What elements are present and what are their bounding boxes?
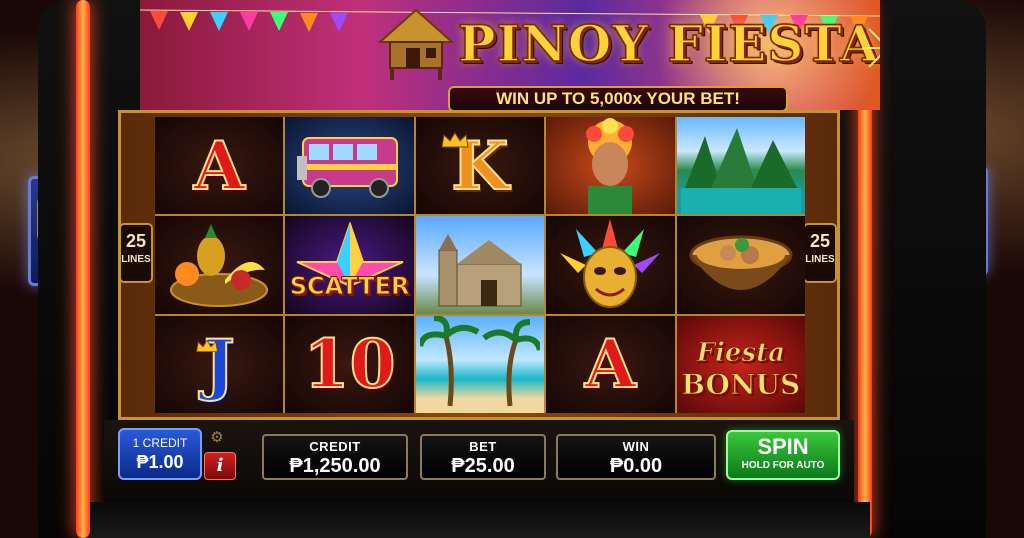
paylines-count: 25: [125, 231, 147, 251]
denomination-label: 1 CREDIT: [132, 436, 188, 450]
paylines-indicator-left: 25 LINES: [119, 223, 153, 283]
game-header-banner: PINOY FIESTA WIN UP TO 5,000x YOUR BET!: [140, 0, 880, 110]
fruit-basket-icon: [170, 223, 269, 307]
paylines-count: 25: [809, 231, 831, 251]
symbol-fiesta-mask: [546, 216, 675, 314]
symbol-number-10: 10: [285, 315, 414, 413]
symbol-text: 10: [303, 325, 397, 404]
symbol-letter-a: A: [155, 117, 284, 215]
symbol-fiesta-woman: [546, 117, 675, 215]
paylines-label: LINES: [805, 254, 835, 265]
symbol-beach-palms: [415, 315, 545, 413]
symbol-text: A: [193, 126, 246, 205]
soup-bowl-icon: [689, 235, 793, 290]
spin-button[interactable]: SPIN HOLD FOR AUTO: [726, 430, 840, 480]
symbol-karst-lagoon: [676, 117, 805, 215]
cabinet-base: [90, 502, 870, 538]
spin-sublabel: HOLD FOR AUTO: [741, 460, 825, 471]
credit-denomination-button[interactable]: 1 CREDIT ₱1.00: [118, 428, 202, 480]
symbol-jeepney: [285, 117, 414, 215]
mountain-lagoon-icon: [680, 127, 801, 214]
game-title: PINOY FIESTA: [457, 13, 880, 74]
win-value: ₱0.00: [609, 455, 663, 477]
bonus-text-line1: Fiesta: [696, 337, 785, 368]
credit-value: ₱1,250.00: [289, 455, 381, 477]
reel-frame: 25 LINES 25 LINES A K SCATTER J 10 A Fie…: [118, 110, 840, 420]
win-label: WIN: [622, 439, 650, 454]
gear-icon[interactable]: ⚙: [208, 428, 226, 446]
nipa-hut-icon: [377, 8, 455, 80]
credit-meter: CREDIT ₱1,250.00: [262, 434, 408, 480]
bonus-text-line2: BONUS: [681, 367, 801, 401]
crown-icon: [196, 339, 218, 352]
paylines-indicator-right: 25 LINES: [803, 223, 837, 283]
max-win-tagline: WIN UP TO 5,000x YOUR BET!: [448, 86, 788, 110]
crown-icon: [441, 132, 469, 148]
bet-meter[interactable]: BET ₱25.00: [420, 434, 546, 480]
cabinet-light-left: [76, 0, 90, 538]
denomination-value: ₱1.00: [136, 452, 184, 472]
spin-label: SPIN: [757, 434, 809, 459]
fiesta-woman-icon: [586, 117, 635, 214]
symbol-fruit-basket: [155, 216, 284, 314]
symbol-letter-j: J: [155, 315, 284, 413]
symbol-soup-bowl: [676, 216, 805, 314]
symbol-letter-k: K: [415, 117, 545, 215]
jeepney-icon: [296, 136, 398, 198]
symbol-letter-a: A: [546, 315, 675, 413]
mask-icon: [560, 218, 661, 308]
bet-value: ₱25.00: [451, 455, 515, 477]
bet-label: BET: [469, 439, 497, 454]
info-button[interactable]: i: [204, 452, 236, 480]
firework-icon: [862, 28, 880, 68]
control-panel: 1 CREDIT ₱1.00 ⚙ i CREDIT ₱1,250.00 BET …: [104, 420, 854, 502]
symbol-fiesta-bonus: Fiesta BONUS: [676, 315, 805, 413]
palm-tree-icon: [419, 316, 540, 407]
scatter-text: SCATTER: [289, 271, 410, 300]
church-icon: [438, 233, 522, 307]
credit-label: CREDIT: [309, 439, 361, 454]
reel-grid: A K SCATTER J 10 A Fiesta BONUS: [155, 117, 805, 413]
symbol-church: [415, 216, 545, 314]
symbol-scatter: SCATTER: [285, 216, 414, 314]
paylines-label: LINES: [121, 254, 151, 265]
win-meter: WIN ₱0.00: [556, 434, 716, 480]
symbol-text: A: [584, 325, 637, 404]
